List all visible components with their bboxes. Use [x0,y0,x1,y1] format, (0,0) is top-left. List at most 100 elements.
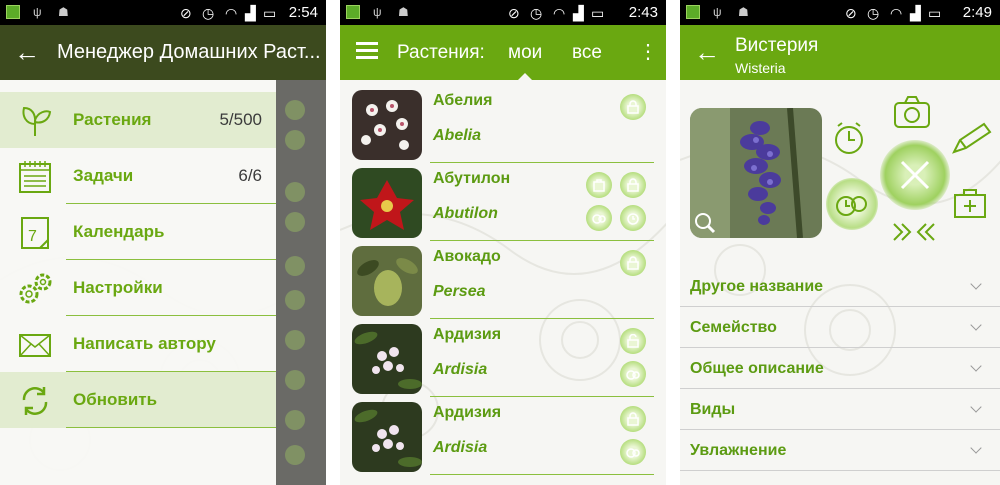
page-title: Растения: [397,42,485,63]
plant-latin-name: Ardisia [433,361,488,378]
lock-icon[interactable] [620,250,646,276]
alarm-icon [285,370,305,390]
plant-latin-name: Abelia [433,127,482,144]
alarm-icon[interactable] [620,205,646,231]
section-description[interactable]: Общее описание [680,348,1000,389]
status-bar: ψ ☗ ⊘ ◷ ◠ ▟ ▭ 2:43 [340,0,666,25]
app-bar: Растения: мои все ⋮ [340,25,666,80]
tasks-icon [19,161,51,193]
battery-icon: ▭ [928,5,942,21]
signal-icon: ▟ [573,5,584,21]
collapse-arrows-icon[interactable] [890,220,938,244]
alarm-icon [285,212,305,232]
app-title: Менеджер Домашних Раст... [57,41,321,63]
zoom-icon[interactable] [694,212,716,234]
refresh-icon [22,387,48,415]
drawer-item-label: Обновить [73,390,158,409]
back-arrow-icon[interactable]: ← [694,37,720,68]
alarm-multi-icon[interactable] [586,205,612,231]
plant-thumbnail [352,324,422,394]
drawer-item-count: 6/6 [238,166,262,185]
section-family[interactable]: Семейство [680,307,1000,348]
navigation-drawer: Растения 5/500 Задачи 6/6 7 Календарь На… [0,80,276,485]
clock: 2:49 [962,4,992,21]
alarm-clock-icon[interactable] [830,118,868,158]
drawer-item-contact[interactable]: Написать автору [0,316,276,372]
alarm-status-icon: ◷ [202,5,215,21]
plant-name: Абелия [433,92,493,109]
camera-icon[interactable] [892,94,932,130]
section-watering[interactable]: Увлажнение [680,430,1000,471]
drawer-item-plants[interactable]: Растения 5/500 [0,92,276,148]
tab-all-plants[interactable]: все [572,42,602,64]
alarm-icon [285,290,305,310]
signal-icon: ▟ [910,5,921,21]
drawer-item-label: Написать автору [73,334,216,353]
svg-text:7: 7 [28,228,37,245]
chevron-down-icon [970,442,982,454]
plant-subtitle: Wisteria [735,60,786,76]
wifi-icon: ◠ [553,5,566,21]
divider [66,427,276,428]
section-label: Семейство [690,319,777,336]
list-item[interactable]: Абутилон Abutilon [340,160,666,238]
lock-icon[interactable] [620,94,646,120]
battery-icon: ▭ [591,5,605,21]
alarms-button[interactable] [826,178,878,230]
android-icon: ☗ [738,5,749,19]
overflow-menu-icon[interactable]: ⋮ [638,39,658,64]
list-item[interactable]: Ардизия Ardisia [340,394,666,472]
list-item[interactable]: Ардизия Ardisia [340,316,666,394]
hamburger-menu-icon[interactable] [356,42,378,63]
section-species[interactable]: Виды [680,389,1000,430]
app-notification-icon [346,5,360,19]
lock-icon [285,100,305,120]
gears-icon [19,273,52,304]
clock: 2:43 [628,4,658,21]
android-icon: ☗ [398,5,409,19]
mute-icon: ⊘ [508,5,520,21]
chevron-down-icon [970,319,982,331]
leaf-icon [22,106,52,136]
app-notification-icon [6,5,20,19]
status-bar: ψ ☗ ⊘ ◷ ◠ ▟ ▭ 2:54 [0,0,326,25]
list-item[interactable]: Авокадо Persea [340,238,666,316]
tab-my-plants[interactable]: мои [508,42,542,64]
usb-icon: ψ [373,5,382,19]
alarm-multi-icon[interactable] [620,361,646,387]
lock-icon[interactable] [620,172,646,198]
app-bar: ← Менеджер Домашних Раст... [0,25,326,80]
drawer-item-tasks[interactable]: Задачи 6/6 [0,148,276,204]
back-arrow-icon[interactable]: ← [14,37,40,68]
pencil-icon[interactable] [950,120,994,156]
plant-thumbnail [352,246,422,316]
alarm-multi-icon[interactable] [620,439,646,465]
alarm-status-icon: ◷ [530,5,543,21]
chevron-down-icon [970,278,982,290]
lock-icon[interactable] [620,406,646,432]
section-label: Виды [690,401,736,418]
lock-icon [285,256,305,276]
drawer-item-calendar[interactable]: 7 Календарь [0,204,276,260]
mute-icon: ⊘ [845,5,857,21]
clock: 2:54 [288,4,318,21]
android-icon: ☗ [58,5,69,19]
drawer-item-label: Задачи [73,166,134,185]
calendar-icon: 7 [21,217,49,249]
plant-latin-name: Abutilon [433,205,498,222]
drawer-item-settings[interactable]: Настройки [0,260,276,316]
chevron-down-icon [970,360,982,372]
close-icon [900,160,930,190]
list-item[interactable]: Абелия Abelia [340,82,666,160]
usb-icon: ψ [713,5,722,19]
bag-icon[interactable] [586,172,612,198]
section-other-name[interactable]: Другое название [680,266,1000,307]
close-button[interactable] [880,140,950,210]
add-bag-icon[interactable] [952,186,988,220]
plant-thumbnail [352,402,422,472]
alarm-multi-icon [836,196,867,216]
unlock-icon[interactable] [620,328,646,354]
alarm-icon [285,130,305,150]
drawer-item-refresh[interactable]: Обновить [0,372,276,428]
lock-icon [285,330,305,350]
